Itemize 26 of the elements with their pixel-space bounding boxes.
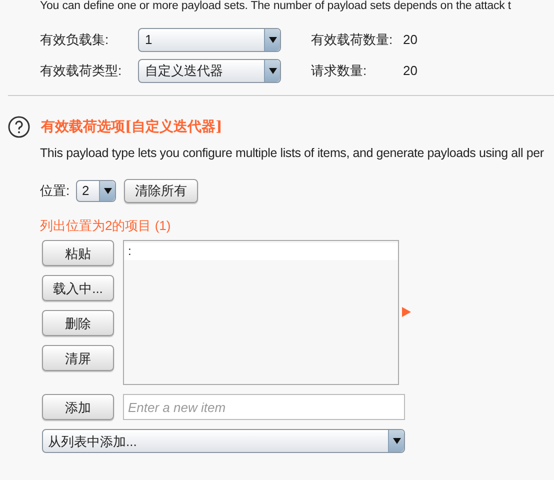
clear-all-button[interactable]: 清除所有	[124, 178, 198, 203]
list-heading: 列出位置为2的项目 (1)	[40, 216, 172, 235]
field-label: 有效负载集:	[40, 31, 110, 50]
section-title: 有效载荷选项[自定义迭代器]	[41, 118, 222, 136]
list-button[interactable]: 删除	[42, 310, 114, 336]
info-value: 20	[403, 31, 418, 50]
new-item-field[interactable]: Enter a new item	[123, 394, 405, 420]
item-list[interactable]: :	[123, 240, 399, 386]
dropdown[interactable]: 自定义迭代器	[138, 59, 281, 83]
add-button[interactable]: 添加	[42, 394, 114, 420]
position-label: 位置:	[40, 182, 71, 200]
list-button[interactable]: 粘贴	[42, 240, 114, 266]
intro-text: You can define one or more payload sets. The number of payload sets depends on the attack t	[40, 0, 512, 12]
add-from-list-dropdown[interactable]: 从列表中添加...	[42, 429, 405, 454]
dropdown[interactable]: 1	[138, 28, 281, 52]
section-description: This payload type lets you configure multiple lists of items, and generate payloads using all per	[40, 145, 545, 162]
position-dropdown[interactable]: 2	[76, 180, 116, 202]
list-item[interactable]: :	[124, 243, 398, 260]
expand-arrow-icon[interactable]	[402, 307, 411, 318]
info-value: 20	[403, 62, 418, 80]
info-label: 有效载荷数量:	[311, 31, 394, 50]
help-icon[interactable]	[8, 116, 30, 138]
info-label: 请求数量:	[311, 62, 368, 80]
list-button[interactable]: 载入中...	[42, 275, 114, 302]
list-button[interactable]: 清屏	[42, 345, 114, 372]
field-label: 有效载荷类型:	[40, 62, 123, 80]
